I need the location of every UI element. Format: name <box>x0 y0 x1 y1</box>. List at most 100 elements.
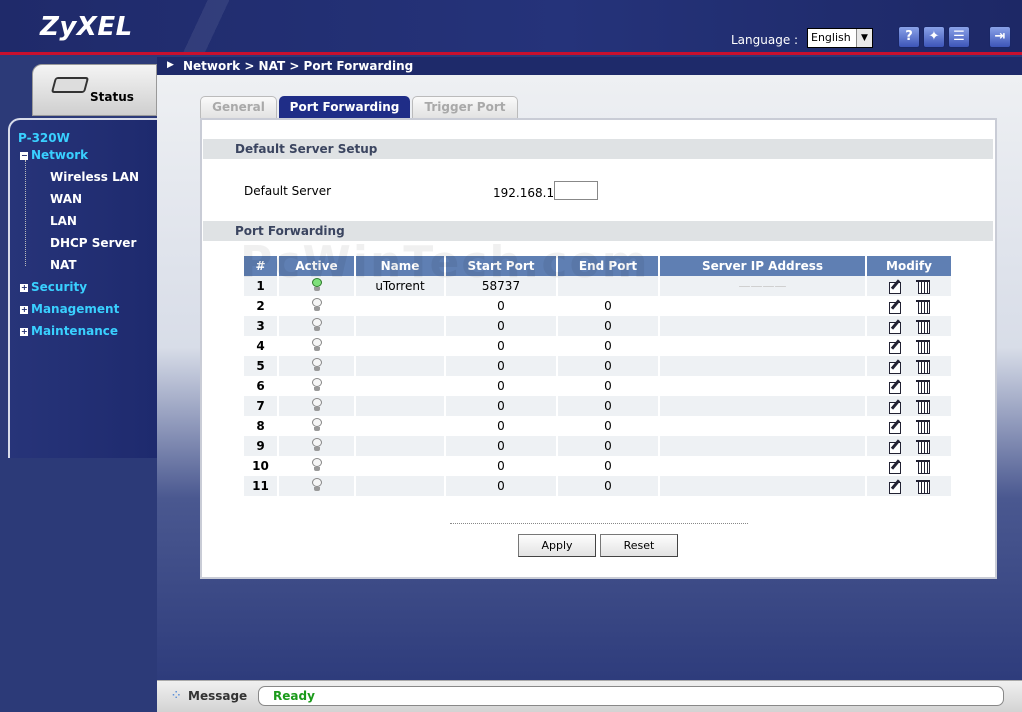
sidebar-item-maintenance[interactable]: + Maintenance <box>20 324 118 338</box>
sidebar-item-dhcp-server[interactable]: DHCP Server <box>50 236 136 250</box>
row-number: 5 <box>244 356 279 376</box>
end-port-cell: 0 <box>557 356 660 376</box>
modify-cell <box>866 396 951 416</box>
active-cell <box>278 436 356 456</box>
sidebar-item-lan[interactable]: LAN <box>50 214 77 228</box>
edit-icon[interactable] <box>888 379 902 395</box>
router-icon <box>50 77 90 93</box>
logout-icon[interactable]: ⇥ <box>989 26 1011 48</box>
tab-general[interactable]: General <box>200 96 277 118</box>
edit-icon[interactable] <box>888 299 902 315</box>
delete-icon[interactable] <box>916 339 930 355</box>
edit-icon[interactable] <box>888 279 902 295</box>
edit-icon[interactable] <box>888 479 902 495</box>
server-ip-cell <box>659 376 867 396</box>
end-port-cell: 0 <box>557 296 660 316</box>
default-server-ip-input[interactable] <box>554 181 598 200</box>
delete-icon[interactable] <box>916 459 930 475</box>
bulb-icon[interactable] <box>311 338 322 351</box>
end-port-cell: 0 <box>557 316 660 336</box>
bulb-icon[interactable] <box>311 418 322 431</box>
status-label: Status <box>90 90 134 104</box>
end-port-cell: 0 <box>557 376 660 396</box>
modify-cell <box>866 456 951 476</box>
tab-port-forwarding[interactable]: Port Forwarding <box>279 96 410 118</box>
row-number: 3 <box>244 316 279 336</box>
server-ip-cell <box>659 336 867 356</box>
bulb-icon[interactable] <box>311 478 322 491</box>
edit-icon[interactable] <box>888 399 902 415</box>
col-active: Active <box>278 256 356 276</box>
delete-icon[interactable] <box>916 479 930 495</box>
sidebar-item-wan[interactable]: WAN <box>50 192 82 206</box>
bulb-icon[interactable] <box>311 398 322 411</box>
row-number: 2 <box>244 296 279 316</box>
wizard-icon[interactable]: ✦ <box>923 26 945 48</box>
expand-icon: + <box>20 283 28 292</box>
active-cell <box>278 376 356 396</box>
name-cell <box>355 456 446 476</box>
start-port-cell: 0 <box>445 396 558 416</box>
delete-icon[interactable] <box>916 399 930 415</box>
row-number: 8 <box>244 416 279 436</box>
edit-icon[interactable] <box>888 359 902 375</box>
sidebar-item-wireless-lan[interactable]: Wireless LAN <box>50 170 139 184</box>
apply-button[interactable]: Apply <box>518 534 596 557</box>
sidebar-item-security[interactable]: + Security <box>20 280 87 294</box>
row-number: 11 <box>244 476 279 496</box>
delete-icon[interactable] <box>916 379 930 395</box>
bulb-icon[interactable] <box>311 298 322 311</box>
sidebar-item-network[interactable]: − Network <box>20 148 88 162</box>
bulb-icon[interactable] <box>311 378 322 391</box>
delete-icon[interactable] <box>916 299 930 315</box>
end-port-cell: 0 <box>557 476 660 496</box>
language-label: Language : <box>731 33 799 47</box>
server-ip-cell <box>659 456 867 476</box>
edit-icon[interactable] <box>888 419 902 435</box>
help-icon[interactable]: ? <box>898 26 920 48</box>
sidebar-item-nat[interactable]: NAT <box>50 258 77 272</box>
start-port-cell: 0 <box>445 456 558 476</box>
sidebar-item-management[interactable]: + Management <box>20 302 119 316</box>
col-name: Name <box>355 256 446 276</box>
name-cell <box>355 336 446 356</box>
bulb-icon[interactable] <box>311 458 322 471</box>
delete-icon[interactable] <box>916 279 930 295</box>
site-map-icon[interactable]: ☰ <box>948 26 970 48</box>
start-port-cell: 0 <box>445 436 558 456</box>
table-row: 1 uTorrent 58737 ———— <box>244 276 951 296</box>
edit-icon[interactable] <box>888 459 902 475</box>
tab-trigger-port[interactable]: Trigger Port <box>412 96 518 118</box>
start-port-cell: 0 <box>445 356 558 376</box>
col-server-ip: Server IP Address <box>659 256 867 276</box>
server-ip-cell <box>659 416 867 436</box>
bulb-icon[interactable] <box>311 278 322 291</box>
modify-cell <box>866 296 951 316</box>
start-port-cell: 0 <box>445 376 558 396</box>
delete-icon[interactable] <box>916 359 930 375</box>
bulb-icon[interactable] <box>311 318 322 331</box>
edit-icon[interactable] <box>888 319 902 335</box>
message-label: Message <box>188 689 248 703</box>
delete-icon[interactable] <box>916 419 930 435</box>
table-header-row: # Active Name Start Port End Port Server… <box>244 256 951 276</box>
status-button[interactable]: Status <box>32 64 157 116</box>
delete-icon[interactable] <box>916 439 930 455</box>
edit-icon[interactable] <box>888 339 902 355</box>
end-port-cell: 0 <box>557 396 660 416</box>
bulb-icon[interactable] <box>311 438 322 451</box>
delete-icon[interactable] <box>916 319 930 335</box>
end-port-cell: 0 <box>557 436 660 456</box>
language-select[interactable]: English ▼ <box>807 28 873 48</box>
server-ip-cell <box>659 356 867 376</box>
edit-icon[interactable] <box>888 439 902 455</box>
server-ip-cell <box>659 296 867 316</box>
modify-cell <box>866 276 951 296</box>
divider <box>450 523 748 524</box>
bulb-icon[interactable] <box>311 358 322 371</box>
active-cell <box>278 316 356 336</box>
chevron-down-icon: ▼ <box>856 29 872 47</box>
reset-button[interactable]: Reset <box>600 534 678 557</box>
name-cell <box>355 296 446 316</box>
end-port-cell: 0 <box>557 336 660 356</box>
